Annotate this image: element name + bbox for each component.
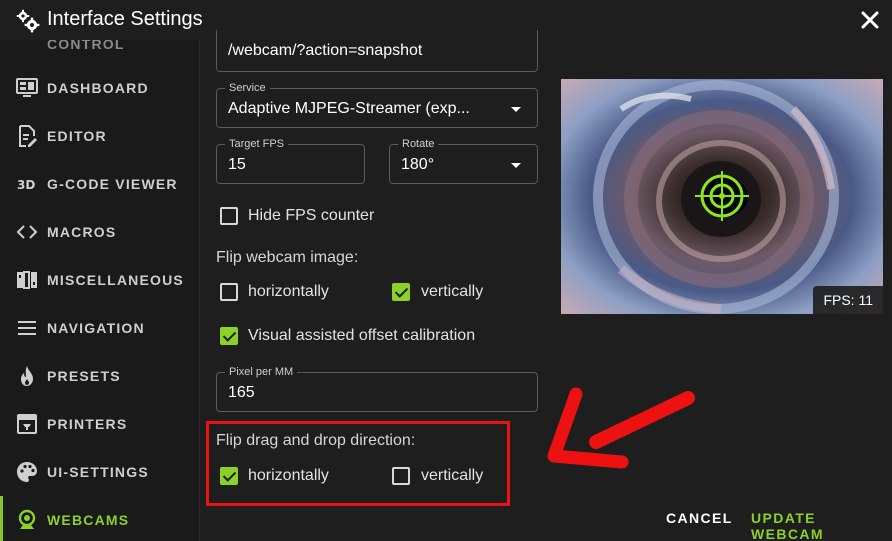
chevron-down-icon [511, 107, 521, 112]
visual-offset-checkbox[interactable] [220, 327, 238, 345]
sidebar-item-label: MISCELLANEOUS [47, 272, 184, 288]
sidebar-item-label: DASHBOARD [47, 80, 149, 96]
url-value: /webcam/?action=snapshot [228, 42, 423, 59]
pixel-per-mm-label: Pixel per MM [225, 366, 298, 378]
hide-fps-checkbox[interactable] [220, 207, 238, 225]
rotate-select[interactable]: Rotate 180° [389, 138, 538, 184]
printer-icon [17, 414, 37, 434]
sidebar-item-label: MACROS [47, 224, 117, 240]
flip-image-title: Flip webcam image: [216, 249, 359, 266]
sidebar-item-editor[interactable]: EDITOR [0, 112, 199, 160]
sidebar-item-gcode-viewer[interactable]: 3D G-CODE VIEWER [0, 160, 199, 208]
webcam-icon [18, 509, 36, 529]
sidebar-item-dashboard[interactable]: DASHBOARD [0, 64, 199, 112]
pixel-per-mm-field[interactable]: Pixel per MM 165 [216, 366, 538, 412]
update-webcam-button[interactable]: UPDATE WEBCAM [751, 510, 892, 541]
sidebar-item-label: G-CODE VIEWER [47, 176, 178, 192]
flip-image-vertical-label: vertically [421, 283, 484, 300]
url-field[interactable]: /webcam/?action=snapshot [216, 30, 538, 72]
rotate-value: 180° [401, 156, 435, 173]
svg-text:3D: 3D [17, 178, 35, 192]
webcam-image [561, 79, 883, 314]
sidebar-item-presets[interactable]: PRESETS [0, 352, 199, 400]
target-fps-value: 15 [228, 156, 246, 173]
sidebar-item-label: EDITOR [47, 128, 107, 144]
flip-image-vertical-checkbox[interactable] [392, 283, 410, 301]
annotation-highlight-box [206, 421, 510, 506]
file-edit-icon [19, 125, 37, 147]
code-brackets-icon [16, 225, 38, 239]
menu-icon [18, 321, 36, 335]
cancel-button[interactable]: CANCEL [666, 510, 733, 526]
annotation-arrow-icon [547, 387, 695, 469]
service-label: Service [225, 82, 270, 94]
gears-icon [16, 9, 40, 33]
sidebar-item-label: UI-SETTINGS [47, 464, 149, 480]
fire-icon [21, 366, 33, 386]
sidebar-item-navigation[interactable]: NAVIGATION [0, 304, 199, 352]
sidebar-item-miscellaneous[interactable]: MISCELLANEOUS [0, 256, 199, 304]
service-value: Adaptive MJPEG-Streamer (exp... [228, 100, 470, 117]
fps-counter: FPS: 11 [813, 286, 883, 314]
palette-icon [17, 462, 37, 482]
target-fps-field[interactable]: Target FPS 15 [216, 138, 365, 184]
service-select[interactable]: Service Adaptive MJPEG-Streamer (exp... [216, 82, 538, 128]
sidebar-item-control-partial[interactable]: CONTROL [47, 40, 125, 52]
rotate-label: Rotate [398, 138, 439, 150]
chevron-down-icon [511, 163, 521, 168]
window-title: Interface Settings [47, 8, 203, 30]
sidebar-item-webcams[interactable]: WEBCAMS [0, 496, 199, 541]
sidebar-item-label: NAVIGATION [47, 320, 145, 336]
sidebar-item-label: PRINTERS [47, 416, 128, 432]
close-icon[interactable] [860, 10, 880, 30]
visual-offset-label: Visual assisted offset calibration [248, 327, 476, 344]
pixel-per-mm-value: 165 [228, 384, 255, 401]
flip-image-horizontal-checkbox[interactable] [220, 283, 238, 301]
sidebar-item-macros[interactable]: MACROS [0, 208, 199, 256]
flip-image-horizontal-label: horizontally [248, 283, 329, 300]
3d-icon: 3D [17, 178, 35, 192]
sidebar-item-printers[interactable]: PRINTERS [0, 400, 199, 448]
webcam-preview: FPS: 11 [561, 79, 883, 314]
monitor-dashboard-icon [16, 78, 38, 97]
sidebar-item-label: WEBCAMS [47, 512, 130, 528]
hide-fps-label: Hide FPS counter [248, 207, 375, 224]
sidebar-item-label: PRESETS [47, 368, 121, 384]
misc-blocks-icon [17, 271, 37, 289]
sidebar-item-ui-settings[interactable]: UI-SETTINGS [0, 448, 199, 496]
sidebar: CONTROL DASHBOARD EDITOR 3D G-CODE VIEWE… [0, 40, 200, 541]
target-fps-label: Target FPS [225, 138, 289, 150]
